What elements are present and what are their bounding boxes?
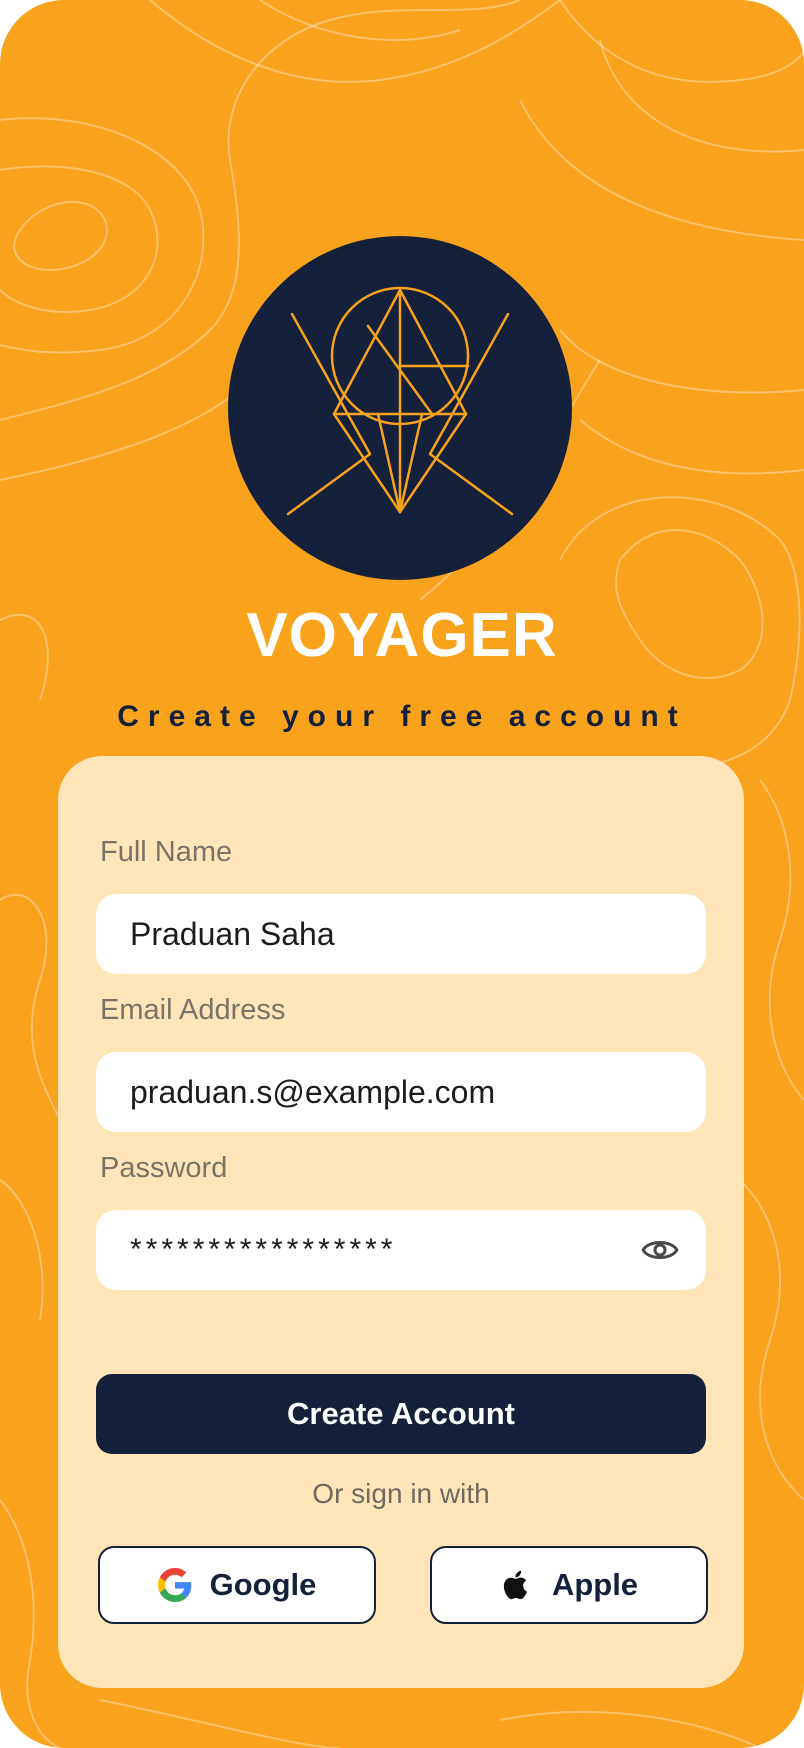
- full-name-value[interactable]: Praduan Saha: [130, 894, 335, 974]
- apple-icon: [503, 1570, 527, 1600]
- eye-icon[interactable]: [640, 1230, 680, 1270]
- full-name-label: Full Name: [100, 836, 233, 868]
- tagline: Create your free account: [117, 700, 687, 733]
- password-label: Password: [100, 1152, 228, 1184]
- brand-name: VOYAGER: [246, 601, 558, 670]
- logo-badge: [228, 236, 572, 580]
- password-field[interactable]: *****************: [96, 1210, 706, 1290]
- apple-signin-button[interactable]: Apple: [430, 1546, 708, 1624]
- apple-label: Apple: [551, 1567, 639, 1602]
- google-signin-button[interactable]: Google: [98, 1546, 376, 1624]
- alt-signin-text: Or sign in with: [312, 1478, 490, 1509]
- email-value[interactable]: praduan.s@example.com: [130, 1052, 495, 1132]
- full-name-field[interactable]: Praduan Saha: [96, 894, 706, 974]
- signup-screen: VOYAGER Create your free account Full Na…: [0, 0, 804, 1748]
- compass-triangle-logo-icon: [286, 286, 514, 516]
- password-value[interactable]: *****************: [130, 1210, 396, 1290]
- email-field[interactable]: praduan.s@example.com: [96, 1052, 706, 1132]
- google-icon: [157, 1568, 191, 1602]
- create-account-label: Create Account: [287, 1396, 515, 1431]
- google-label: Google: [209, 1567, 317, 1602]
- signup-form-card: Full Name Praduan Saha Email Address pra…: [58, 756, 744, 1688]
- email-label: Email Address: [100, 994, 286, 1026]
- create-account-button[interactable]: Create Account: [96, 1374, 706, 1454]
